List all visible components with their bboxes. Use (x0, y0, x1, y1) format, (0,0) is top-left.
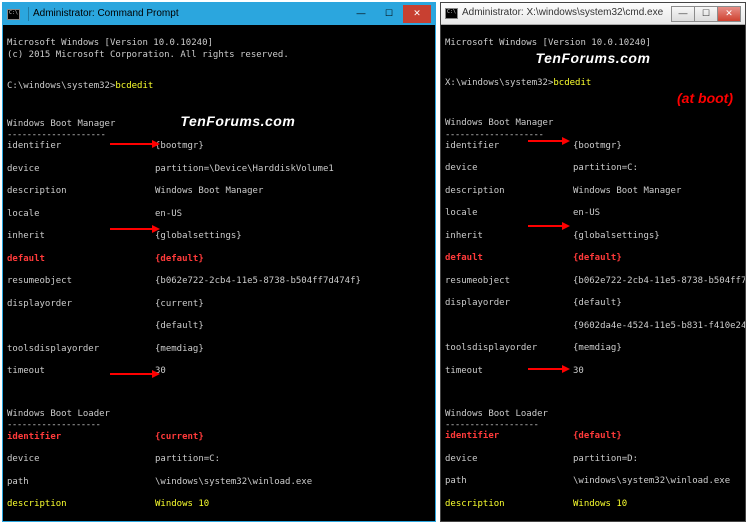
section-title: Windows Boot Loader (7, 409, 110, 419)
val: Windows Boot Manager (573, 186, 681, 197)
key: inherit (445, 231, 573, 242)
key (7, 321, 155, 332)
key: description (7, 186, 155, 197)
minimize-button[interactable]: — (347, 5, 375, 23)
key: device (7, 164, 155, 175)
val: {9602da4e-4524-11e5-b831-f410e240349c} (573, 321, 745, 332)
minimize-button[interactable]: — (671, 6, 695, 22)
banner-line: (c) 2015 Microsoft Corporation. All righ… (7, 50, 289, 60)
key: path (7, 477, 155, 488)
val: {globalsettings} (573, 231, 660, 242)
separator (28, 7, 29, 21)
val: {bootmgr} (155, 141, 204, 152)
command: bcdedit (115, 81, 153, 91)
watermark: TenForums.com (536, 50, 651, 66)
val-highlight: Windows 10 (155, 499, 209, 510)
val: partition=C: (573, 163, 638, 174)
terminal-output[interactable]: Microsoft Windows [Version 10.0.10240] T… (441, 25, 745, 521)
command: bcdedit (553, 78, 591, 88)
val: en-US (155, 209, 182, 220)
cmd-icon (7, 9, 20, 20)
val: partition=C: (155, 454, 220, 465)
val: \windows\system32\winload.exe (155, 477, 312, 488)
val: Windows Boot Manager (155, 186, 263, 197)
section-title: Windows Boot Manager (7, 119, 115, 129)
banner-line: Microsoft Windows [Version 10.0.10240] (7, 38, 213, 48)
arrow-icon (110, 140, 160, 148)
close-button[interactable]: ✕ (717, 6, 741, 22)
maximize-button[interactable]: ☐ (694, 6, 718, 22)
val-highlight: {current} (155, 432, 204, 443)
watermark: TenForums.com (180, 113, 295, 129)
key-highlight: default (445, 253, 573, 264)
section-title: Windows Boot Loader (445, 409, 548, 419)
cmd-icon (445, 8, 458, 19)
window-title: Administrator: X:\windows\system32\cmd.e… (462, 7, 672, 20)
key (445, 321, 573, 332)
at-boot-label: (at boot) (677, 90, 733, 106)
val-highlight: {default} (155, 254, 204, 265)
cmd-window-2: Administrator: X:\windows\system32\cmd.e… (440, 2, 746, 522)
window-controls: — ☐ ✕ (672, 6, 741, 22)
key-highlight: identifier (445, 431, 573, 442)
key: toolsdisplayorder (7, 344, 155, 355)
val: {memdiag} (155, 344, 204, 355)
key-highlight: identifier (7, 432, 155, 443)
divider: ------------------- (7, 420, 100, 430)
divider: -------------------- (7, 130, 105, 140)
val: partition=\Device\HarddiskVolume1 (155, 164, 334, 175)
window-controls: — ☐ ✕ (347, 5, 431, 23)
val: partition=D: (573, 454, 638, 465)
window-title: Administrator: Command Prompt (33, 8, 347, 21)
key: resumeobject (445, 276, 573, 287)
key-highlight: description (445, 499, 573, 510)
prompt: C:\windows\system32> (7, 81, 115, 91)
key: locale (7, 209, 155, 220)
arrow-icon (528, 222, 570, 230)
cmd-window-1: Administrator: Command Prompt — ☐ ✕ Micr… (2, 2, 436, 522)
key: displayorder (7, 299, 155, 310)
key: displayorder (445, 298, 573, 309)
section-title: Windows Boot Manager (445, 118, 553, 128)
banner-line: Microsoft Windows [Version 10.0.10240] (445, 38, 651, 48)
val-highlight: Windows 10 (573, 499, 627, 510)
maximize-button[interactable]: ☐ (375, 5, 403, 23)
val: 30 (573, 366, 584, 377)
val: {b062e722-2cb4-11e5-8738-b504ff7d474f} (155, 276, 361, 287)
close-button[interactable]: ✕ (403, 5, 431, 23)
key: description (445, 186, 573, 197)
key: locale (445, 208, 573, 219)
key: device (445, 454, 573, 465)
key-highlight: description (7, 499, 155, 510)
key: path (445, 476, 573, 487)
val: {default} (155, 321, 204, 332)
val: {globalsettings} (155, 231, 242, 242)
val: {bootmgr} (573, 141, 622, 152)
key-highlight: default (7, 254, 155, 265)
val: {default} (573, 298, 622, 309)
val-highlight: {default} (573, 431, 622, 442)
val-highlight: {default} (573, 253, 622, 264)
val: {memdiag} (573, 343, 622, 354)
divider: ------------------- (445, 420, 538, 430)
titlebar[interactable]: Administrator: Command Prompt — ☐ ✕ (3, 3, 435, 25)
prompt: X:\windows\system32> (445, 78, 553, 88)
val: en-US (573, 208, 600, 219)
titlebar[interactable]: Administrator: X:\windows\system32\cmd.e… (441, 3, 745, 25)
arrow-icon (110, 370, 160, 378)
val: {current} (155, 299, 204, 310)
key: device (7, 454, 155, 465)
val: \windows\system32\winload.exe (573, 476, 730, 487)
key: device (445, 163, 573, 174)
arrow-icon (528, 365, 570, 373)
key: toolsdisplayorder (445, 343, 573, 354)
arrow-icon (528, 137, 570, 145)
val: {b062e722-2cb4-11e5-8738-b504ff7d474f} (573, 276, 745, 287)
arrow-icon (110, 225, 160, 233)
key: resumeobject (7, 276, 155, 287)
terminal-output[interactable]: Microsoft Windows [Version 10.0.10240] (… (3, 25, 435, 521)
